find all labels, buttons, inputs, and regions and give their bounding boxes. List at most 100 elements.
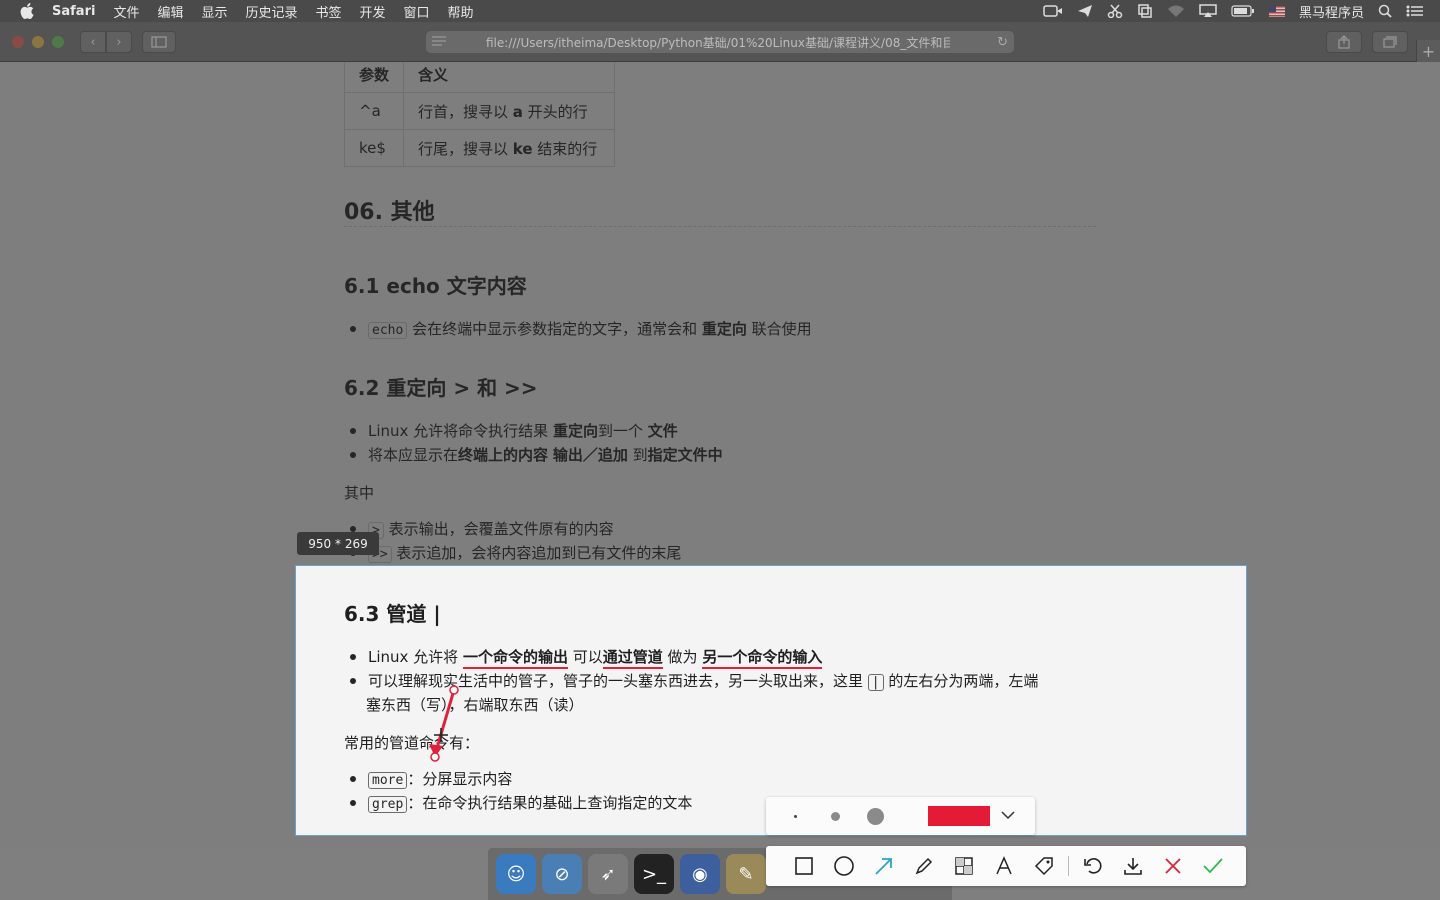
close-window-button[interactable] bbox=[12, 36, 24, 48]
launchpad-icon[interactable]: ➶ bbox=[588, 854, 628, 894]
heading-6-1: 6.1 echo 文字内容 bbox=[344, 274, 527, 298]
menu-window[interactable]: 窗口 bbox=[404, 2, 430, 21]
user-name[interactable]: 黑马程序员 bbox=[1299, 2, 1364, 21]
table-row: ^a 行首，搜寻以 a 开头的行 bbox=[344, 92, 615, 130]
scissors-icon[interactable] bbox=[1107, 4, 1123, 18]
table-cell: 行首，搜寻以 a 开头的行 bbox=[403, 92, 615, 130]
spotlight-search-icon[interactable] bbox=[1378, 4, 1392, 18]
cell-bold: ke bbox=[512, 139, 533, 158]
confirm-button[interactable] bbox=[1193, 846, 1233, 886]
bullet bbox=[350, 451, 356, 458]
list-text: 到 bbox=[627, 446, 648, 464]
list-item: >> 表示追加，会将内容追加到已有文件的末尾 bbox=[344, 542, 681, 563]
menu-edit[interactable]: 编辑 bbox=[157, 2, 183, 21]
wifi-icon[interactable] bbox=[1167, 4, 1185, 18]
cell-text: 开头的行 bbox=[522, 102, 588, 121]
arrow-tool[interactable] bbox=[864, 846, 904, 886]
apple-icon[interactable] bbox=[20, 2, 38, 20]
chevron-right-icon: › bbox=[116, 34, 122, 50]
tag-tool[interactable] bbox=[1024, 846, 1064, 886]
text-icon bbox=[996, 856, 1012, 875]
mosaic-tool[interactable] bbox=[944, 846, 984, 886]
copy-icon[interactable] bbox=[1137, 4, 1153, 18]
bullet bbox=[350, 525, 356, 532]
cancel-button[interactable] bbox=[1153, 846, 1193, 886]
chevron-down-icon bbox=[1001, 811, 1015, 819]
minimize-window-button[interactable] bbox=[32, 36, 44, 48]
app-menu-safari[interactable]: Safari bbox=[52, 4, 95, 19]
download-button[interactable] bbox=[1113, 846, 1153, 886]
share-icon bbox=[1338, 35, 1350, 49]
list-text: 到一个 bbox=[597, 422, 648, 440]
reader-view-icon[interactable] bbox=[432, 35, 454, 49]
brush-size-medium[interactable] bbox=[831, 812, 840, 821]
list-bold: 重定向 bbox=[701, 320, 747, 338]
pen-tool[interactable] bbox=[904, 846, 944, 886]
heading-divider bbox=[344, 226, 1096, 227]
back-button[interactable]: ‹ bbox=[80, 31, 106, 53]
rectangle-icon bbox=[795, 857, 813, 875]
zoom-window-button[interactable] bbox=[52, 36, 64, 48]
show-tabs-button[interactable] bbox=[1372, 31, 1408, 53]
forward-button[interactable]: › bbox=[106, 31, 132, 53]
confirm-icon bbox=[1203, 858, 1223, 874]
plus-icon: + bbox=[1421, 41, 1436, 61]
cell-text: 行首，搜寻以 bbox=[418, 102, 513, 121]
airplay-icon[interactable] bbox=[1199, 4, 1217, 18]
menu-bookmarks[interactable]: 书签 bbox=[316, 2, 342, 21]
text-tool[interactable] bbox=[984, 846, 1024, 886]
reload-icon[interactable]: ↻ bbox=[997, 35, 1008, 50]
table-cell: ke$ bbox=[344, 129, 404, 167]
menu-file[interactable]: 文件 bbox=[113, 2, 139, 21]
list-text: 表示追加，会将内容追加到已有文件的末尾 bbox=[391, 544, 682, 562]
list-text: 表示输出，会覆盖文件原有的内容 bbox=[383, 520, 614, 538]
menu-develop[interactable]: 开发 bbox=[360, 2, 386, 21]
selection-size-badge: 950 * 269 bbox=[297, 532, 379, 555]
list-item: 将本应显示在终端上的内容 输出／追加 到指定文件中 bbox=[344, 444, 723, 465]
list-bold: 输出／追加 bbox=[552, 446, 628, 464]
color-dropdown[interactable] bbox=[998, 805, 1018, 825]
safari-icon[interactable]: ⊘ bbox=[542, 854, 582, 894]
paper-plane-icon[interactable] bbox=[1077, 4, 1093, 18]
brush-size-small[interactable] bbox=[794, 815, 797, 818]
table-header-cell: 含义 bbox=[403, 62, 615, 93]
annotation-options-bar bbox=[766, 797, 1035, 835]
terminal-icon[interactable]: >_ bbox=[634, 854, 674, 894]
address-bar[interactable]: file:///Users/itheima/Desktop/Python基础/0… bbox=[426, 31, 1014, 53]
table-cell: ^a bbox=[344, 92, 404, 130]
list-text: Linux 允许将命令执行结果 bbox=[368, 422, 553, 440]
notes-app-icon[interactable]: ✎ bbox=[726, 854, 766, 894]
us-flag-icon[interactable] bbox=[1268, 5, 1285, 17]
list-text: 将本应显示在 bbox=[368, 446, 459, 464]
undo-button[interactable] bbox=[1073, 846, 1113, 886]
url-text[interactable]: file:///Users/itheima/Desktop/Python基础/0… bbox=[486, 34, 950, 51]
mosaic-icon bbox=[955, 857, 973, 875]
video-capture-icon[interactable]: ◉ bbox=[680, 854, 720, 894]
notification-center-icon[interactable] bbox=[1406, 4, 1424, 18]
new-tab-button[interactable]: + bbox=[1416, 40, 1440, 62]
sidebar-icon bbox=[151, 36, 167, 48]
list-bold: 文件 bbox=[647, 422, 678, 440]
chevron-left-icon: ‹ bbox=[90, 34, 96, 50]
list-item: echo 会在终端中显示参数指定的文字，通常会和 重定向 联合使用 bbox=[344, 318, 812, 339]
screen-record-icon[interactable] bbox=[1043, 4, 1063, 18]
brush-size-large[interactable] bbox=[867, 808, 884, 825]
ellipse-tool[interactable] bbox=[824, 846, 864, 886]
move-cursor-icon bbox=[434, 728, 448, 742]
rectangle-tool[interactable] bbox=[784, 846, 824, 886]
finder-icon[interactable]: ☺ bbox=[496, 854, 536, 894]
color-swatch[interactable] bbox=[928, 806, 990, 826]
tag-icon bbox=[1034, 857, 1053, 876]
table-row: ke$ 行尾，搜寻以 ke 结束的行 bbox=[344, 129, 615, 167]
sidebar-toggle-button[interactable] bbox=[142, 31, 176, 53]
battery-icon[interactable] bbox=[1231, 5, 1255, 17]
menu-help[interactable]: 帮助 bbox=[448, 2, 474, 21]
params-table: 参数 含义 ^a 行首，搜寻以 a 开头的行 ke$ 行尾，搜寻以 ke 结束的… bbox=[344, 62, 615, 167]
list-text: 会在终端中显示参数指定的文字，通常会和 bbox=[407, 320, 702, 338]
menu-view[interactable]: 显示 bbox=[201, 2, 227, 21]
screenshot-selection[interactable]: 6.3 管道 | Linux 允许将 一个命令的输出 可以通过管道 做为 另一个… bbox=[295, 565, 1247, 836]
menu-history[interactable]: 历史记录 bbox=[245, 2, 297, 21]
share-button[interactable] bbox=[1326, 31, 1362, 53]
toolbar-divider bbox=[1068, 856, 1069, 876]
cell-text: 行尾，搜寻以 bbox=[418, 139, 513, 158]
